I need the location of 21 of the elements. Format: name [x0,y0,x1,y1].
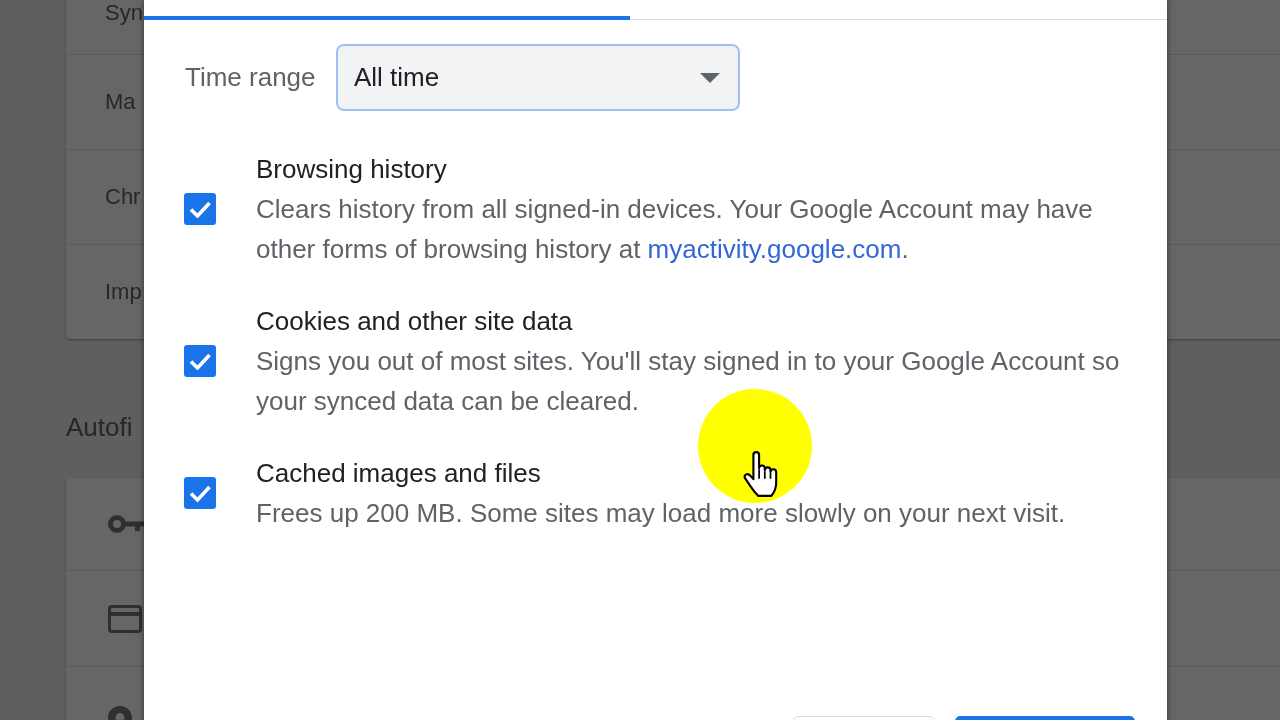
link[interactable]: myactivity.google.com [647,234,902,264]
option-title: Cached images and files [256,457,541,490]
checkbox[interactable] [184,345,216,377]
time-range-label: Time range [185,62,316,93]
key-icon [108,514,144,534]
time-range-dropdown[interactable]: All time [336,44,740,111]
option-description: Clears history from all signed-in devices. Your Google Account may have other forms of browsing history at myactivity.google.com. [256,193,1094,266]
settings-row-label: Syn [105,0,143,26]
settings-row-label: Chr [105,184,141,210]
option-title: Browsing history [256,153,447,186]
settings-row-label: Imp [105,279,142,305]
checkbox[interactable] [184,477,216,509]
caret-icon [700,72,720,83]
checkbox[interactable] [184,193,216,225]
option-title: Cookies and other site data [256,305,573,338]
section-title: Autofi [66,412,133,442]
option-description: Signs you out of most sites. You'll stay signed in to your Google Account so your synced data can be cleared. [256,345,1121,418]
credit-card-icon [108,604,142,633]
hand-cursor-icon [742,450,780,498]
option-description: Frees up 200 MB. Some sites may load more slowly on your next visit. [256,497,1066,530]
settings-row-label: Ma [105,89,136,115]
